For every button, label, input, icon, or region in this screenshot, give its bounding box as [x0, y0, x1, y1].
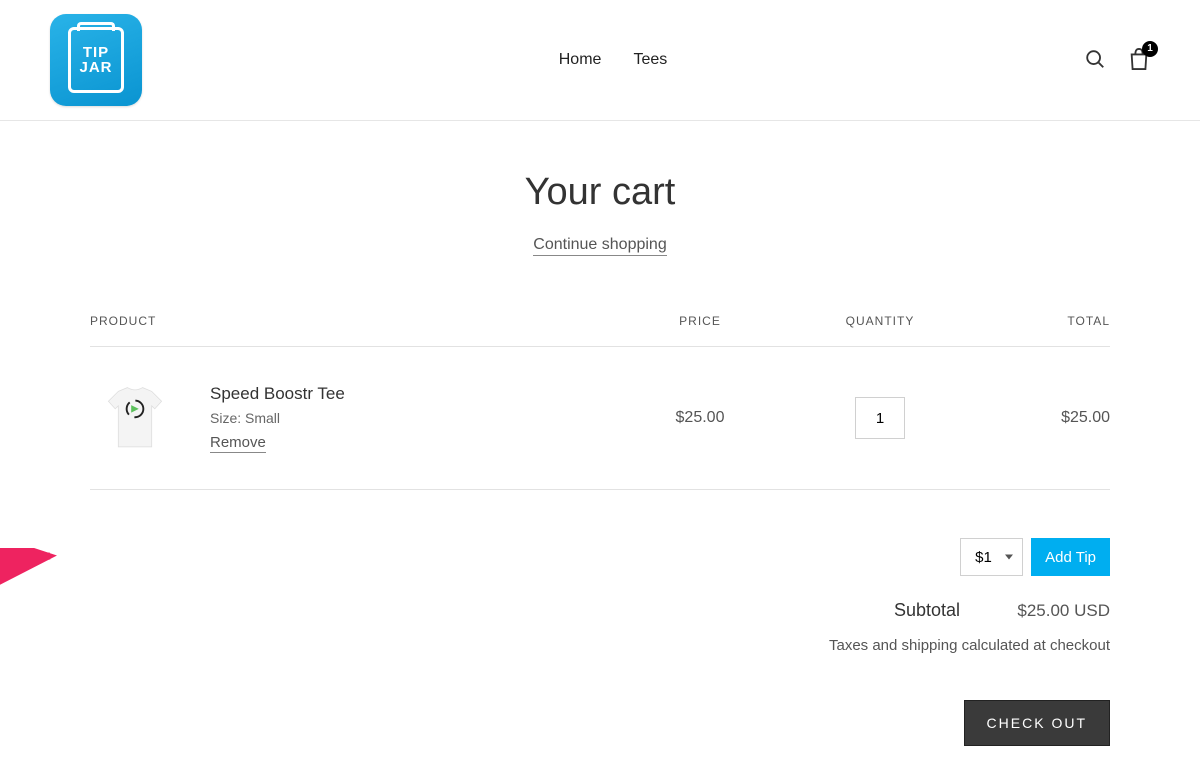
tip-select-wrap: $1 — [960, 538, 1023, 576]
price-cell: $25.00 — [630, 409, 770, 427]
product-thumbnail[interactable] — [90, 373, 180, 463]
tshirt-icon — [97, 380, 173, 456]
quantity-input[interactable] — [855, 397, 905, 439]
line-total-cell: $25.00 — [990, 409, 1110, 427]
remove-link[interactable]: Remove — [210, 434, 266, 453]
product-meta: Speed Boostr Tee Size: Small Remove — [210, 384, 345, 452]
search-button[interactable] — [1084, 48, 1106, 73]
annotation-arrow-icon — [0, 548, 80, 598]
logo[interactable]: TIP JAR — [50, 14, 142, 106]
subtotal-label: Subtotal — [894, 600, 960, 621]
checkout-button[interactable]: CHECK OUT — [964, 700, 1110, 746]
product-variant: Size: Small — [210, 410, 345, 426]
header-actions: 1 — [1084, 47, 1150, 74]
continue-shopping-wrap: Continue shopping — [90, 236, 1110, 254]
cart-button[interactable]: 1 — [1128, 47, 1150, 74]
subtotal-value: $25.00 USD — [1010, 601, 1110, 621]
col-header-price: PRICE — [630, 314, 770, 328]
cart-table-head: PRODUCT PRICE QUANTITY TOTAL — [90, 314, 1110, 346]
main-nav: Home Tees — [559, 51, 667, 69]
col-header-total: TOTAL — [990, 314, 1110, 328]
search-icon — [1084, 48, 1106, 70]
table-row: Speed Boostr Tee Size: Small Remove $25.… — [90, 346, 1110, 490]
add-tip-button[interactable]: Add Tip — [1031, 538, 1110, 576]
site-header: TIP JAR Home Tees 1 — [0, 0, 1200, 121]
continue-shopping-link[interactable]: Continue shopping — [533, 236, 666, 256]
cart-page: Your cart Continue shopping PRODUCT PRIC… — [0, 121, 1200, 776]
logo-jar-icon: TIP JAR — [68, 27, 124, 93]
nav-home[interactable]: Home — [559, 51, 602, 69]
logo-text-line2: JAR — [79, 60, 112, 75]
product-name: Speed Boostr Tee — [210, 384, 345, 404]
tip-row: $1 Add Tip — [90, 538, 1110, 576]
cart-badge: 1 — [1142, 41, 1158, 57]
tip-amount-select[interactable]: $1 — [960, 538, 1023, 576]
quantity-cell — [770, 397, 990, 439]
col-header-quantity: QUANTITY — [770, 314, 990, 328]
nav-tees[interactable]: Tees — [633, 51, 667, 69]
subtotal-row: Subtotal $25.00 USD — [90, 600, 1110, 621]
logo-text-line1: TIP — [83, 45, 109, 60]
checkout-wrap: CHECK OUT — [90, 700, 1110, 746]
cart-table: PRODUCT PRICE QUANTITY TOTAL Speed Boost… — [90, 314, 1110, 490]
tax-shipping-note: Taxes and shipping calculated at checkou… — [90, 637, 1110, 654]
product-cell: Speed Boostr Tee Size: Small Remove — [90, 373, 630, 463]
page-title: Your cart — [90, 171, 1110, 214]
col-header-product: PRODUCT — [90, 314, 630, 328]
